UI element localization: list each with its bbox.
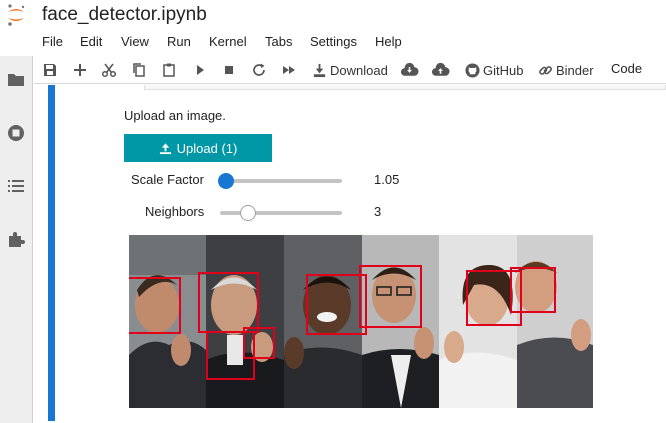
neighbors-label: Neighbors [145, 204, 205, 219]
cloud-download-button[interactable] [400, 61, 419, 79]
scale-factor-handle[interactable] [218, 173, 234, 189]
neighbors-track[interactable] [220, 211, 342, 215]
link-icon [539, 65, 552, 75]
upload-button[interactable]: Upload (1) [124, 134, 272, 162]
download-label: Download [330, 62, 388, 78]
toc-icon[interactable] [6, 176, 26, 196]
scale-factor-value: 1.05 [374, 172, 400, 187]
stop-icon [225, 66, 233, 74]
restart-button[interactable] [251, 61, 267, 79]
binder-button[interactable]: Binder [538, 61, 594, 79]
jupyterlab-window: face_detector.ipynb File Edit View Run K… [0, 0, 666, 423]
menu-settings[interactable]: Settings [310, 34, 357, 49]
scissors-icon [101, 63, 117, 78]
neighbors-slider-row: Neighbors 3 [124, 202, 424, 222]
menu-tabs[interactable]: Tabs [265, 34, 292, 49]
download-button[interactable]: Download [312, 61, 388, 79]
previous-cell-edge [144, 85, 666, 90]
cell-collapser[interactable] [48, 85, 55, 421]
folder-icon[interactable] [6, 70, 26, 90]
cloud-download-icon [400, 62, 419, 76]
detection-output-image [129, 235, 593, 408]
notebook-title: face_detector.ipynb [42, 4, 207, 25]
restart-icon [253, 63, 265, 76]
upload-prompt: Upload an image. [124, 108, 226, 123]
kernel-name[interactable]: Code [611, 61, 642, 76]
github-icon [465, 62, 480, 78]
menu-help[interactable]: Help [375, 34, 402, 49]
save-icon [44, 64, 56, 76]
paste-button[interactable] [161, 61, 177, 79]
save-button[interactable] [42, 61, 58, 79]
fast-forward-icon [283, 66, 295, 74]
title-bar: face_detector.ipynb [0, 0, 666, 30]
extension-icon[interactable] [6, 229, 26, 249]
copy-button[interactable] [131, 61, 147, 79]
cloud-upload-button[interactable] [431, 61, 450, 79]
cloud-upload-icon [431, 62, 450, 76]
github-button[interactable]: GitHub [465, 61, 523, 79]
notebook-panel: Upload an image. Upload (1) Scale Factor… [34, 85, 666, 423]
jupyter-logo-icon [8, 4, 25, 26]
notebook-toolbar: Download GitHub Binder Code [34, 56, 666, 84]
upload-button-label: Upload (1) [176, 140, 238, 156]
menu-run[interactable]: Run [167, 34, 191, 49]
plus-icon [74, 64, 86, 76]
menu-file[interactable]: File [42, 34, 63, 49]
neighbors-handle[interactable] [240, 205, 256, 221]
menu-edit[interactable]: Edit [80, 34, 102, 49]
scale-factor-track[interactable] [220, 179, 342, 183]
binder-label: Binder [556, 62, 594, 78]
scale-factor-slider-row: Scale Factor 1.05 [124, 170, 424, 190]
restart-run-all-button[interactable] [281, 61, 297, 79]
github-label: GitHub [483, 62, 524, 78]
neighbors-value: 3 [374, 204, 382, 219]
insert-cell-button[interactable] [72, 61, 88, 79]
run-icon [197, 65, 204, 75]
scale-factor-label: Scale Factor [131, 172, 204, 187]
menu-bar: File Edit View Run Kernel Tabs Settings … [32, 30, 666, 54]
menu-view[interactable]: View [121, 34, 149, 49]
run-button[interactable] [192, 61, 208, 79]
paste-icon [163, 63, 175, 77]
running-icon[interactable] [6, 123, 26, 143]
download-icon [313, 63, 326, 77]
copy-icon [133, 63, 145, 77]
interrupt-button[interactable] [221, 61, 237, 79]
left-sidebar [0, 56, 33, 423]
cut-button[interactable] [101, 61, 117, 79]
menu-kernel[interactable]: Kernel [209, 34, 247, 49]
upload-icon [159, 142, 171, 154]
